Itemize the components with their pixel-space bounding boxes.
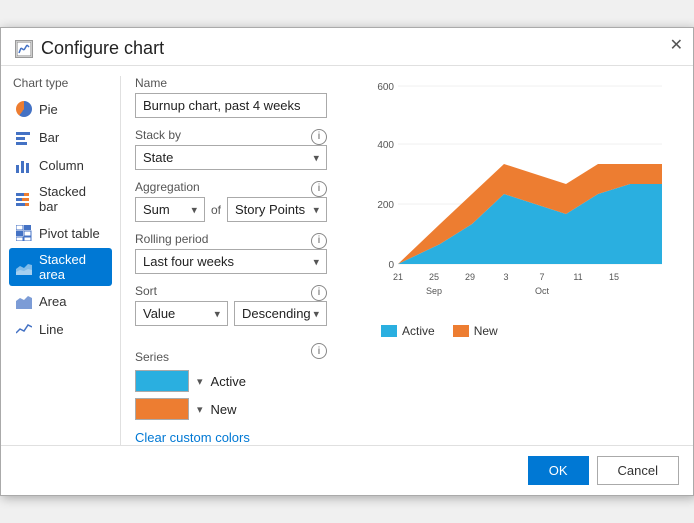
- name-label: Name: [135, 76, 327, 90]
- sort-label: Sort: [135, 284, 157, 298]
- rolling-period-label: Rolling period: [135, 232, 208, 246]
- sort-direction-select[interactable]: Descending Ascending: [234, 301, 327, 326]
- legend-label-active: Active: [402, 324, 435, 338]
- legend-swatch-new: [453, 325, 469, 337]
- stack-by-select-wrapper: State Assignee Priority Type: [135, 145, 327, 170]
- name-input[interactable]: [135, 93, 327, 118]
- legend-swatch-active: [381, 325, 397, 337]
- x-label-7: 7: [539, 272, 544, 282]
- series-chevron-new[interactable]: ▾: [197, 403, 203, 416]
- series-color-active[interactable]: [135, 370, 189, 392]
- series-chevron-active[interactable]: ▾: [197, 375, 203, 388]
- line-chart-icon: [15, 320, 33, 338]
- sort-direction-select-wrapper: Descending Ascending: [234, 301, 327, 326]
- pivot-table-icon: [15, 224, 33, 242]
- of-label: of: [211, 203, 221, 217]
- chart-type-pivot-table[interactable]: Pivot table: [9, 220, 112, 246]
- dialog-footer: OK Cancel: [1, 445, 693, 495]
- close-button[interactable]: ✕: [670, 38, 683, 54]
- x-label-15: 15: [609, 272, 619, 282]
- chart-type-bar[interactable]: Bar: [9, 124, 112, 150]
- bar-chart-icon: [15, 128, 33, 146]
- series-name-new: New: [211, 402, 237, 417]
- chart-type-pie[interactable]: Pie: [9, 96, 112, 122]
- stack-by-label: Stack by: [135, 128, 181, 142]
- x-month-sep: Sep: [426, 286, 442, 296]
- rolling-period-info-icon: i: [311, 233, 327, 249]
- stacked-area-chart-icon: [15, 258, 33, 276]
- aggregation-info-icon: i: [311, 181, 327, 197]
- chart-svg: 600 400 200 0 21 25: [351, 76, 683, 316]
- series-item-new: ▾ New: [135, 398, 327, 420]
- dialog-body: Chart type Pie Bar: [1, 66, 693, 445]
- y-axis-200: 200: [377, 200, 394, 211]
- series-name-active: Active: [211, 374, 246, 389]
- sort-field-select-wrapper: Value Label: [135, 301, 228, 326]
- dialog-title: Configure chart: [41, 38, 164, 59]
- series-item-active: ▾ Active: [135, 370, 327, 392]
- chart-type-column[interactable]: Column: [9, 152, 112, 178]
- rolling-period-select-wrapper: Last four weeks Last eight weeks Last tw…: [135, 249, 327, 274]
- legend-item-new: New: [453, 324, 498, 338]
- series-label: Series: [135, 350, 169, 364]
- x-label-29: 29: [465, 272, 475, 282]
- chart-type-label: Chart type: [9, 76, 112, 90]
- x-label-25: 25: [429, 272, 439, 282]
- chart-type-line[interactable]: Line: [9, 316, 112, 342]
- chart-type-area[interactable]: Area: [9, 288, 112, 314]
- column-chart-icon: [15, 156, 33, 174]
- y-axis-0: 0: [388, 260, 394, 271]
- stack-by-info-icon: i: [311, 129, 327, 145]
- dialog-titlebar: Configure chart ✕: [1, 28, 693, 66]
- aggregation-field-select[interactable]: Story Points Count: [227, 197, 327, 222]
- sort-fields-row: Value Label Descending Ascending: [135, 301, 327, 326]
- aggregation-func-select[interactable]: Sum Count Average Min Max: [135, 197, 205, 222]
- clear-colors-link[interactable]: Clear custom colors: [135, 430, 250, 445]
- series-color-new[interactable]: [135, 398, 189, 420]
- dialog-icon: [15, 40, 33, 58]
- stacked-bar-chart-icon: [15, 190, 33, 208]
- sort-info-icon: i: [311, 285, 327, 301]
- chart-legend: Active New: [381, 324, 683, 338]
- aggregation-fields-row: Sum Count Average Min Max of Story Point…: [135, 197, 327, 222]
- x-label-3: 3: [503, 272, 508, 282]
- aggregation-func-select-wrapper: Sum Count Average Min Max: [135, 197, 205, 222]
- chart-canvas: 600 400 200 0 21 25: [351, 76, 683, 316]
- chart-area: 600 400 200 0 21 25: [341, 76, 693, 445]
- x-month-oct: Oct: [535, 286, 550, 296]
- y-axis-600: 600: [377, 82, 394, 93]
- ok-button[interactable]: OK: [528, 456, 589, 485]
- pie-chart-icon: [15, 100, 33, 118]
- config-panel: Name Stack by i State Assignee Priority …: [121, 76, 341, 445]
- aggregation-label: Aggregation: [135, 180, 200, 194]
- legend-label-new: New: [474, 324, 498, 338]
- chart-type-stacked-area[interactable]: Stacked area: [9, 248, 112, 286]
- cancel-button[interactable]: Cancel: [597, 456, 679, 485]
- legend-item-active: Active: [381, 324, 435, 338]
- configure-chart-dialog: Configure chart ✕ Chart type Pie: [0, 27, 694, 496]
- y-axis-400: 400: [377, 140, 394, 151]
- stack-by-select[interactable]: State Assignee Priority Type: [135, 145, 327, 170]
- sort-field-select[interactable]: Value Label: [135, 301, 228, 326]
- x-label-11: 11: [573, 272, 582, 282]
- chart-type-sidebar: Chart type Pie Bar: [1, 76, 121, 445]
- x-label-21: 21: [393, 272, 403, 282]
- series-info-icon: i: [311, 343, 327, 359]
- rolling-period-select[interactable]: Last four weeks Last eight weeks Last tw…: [135, 249, 327, 274]
- chart-type-stacked-bar[interactable]: Stacked bar: [9, 180, 112, 218]
- area-chart-icon: [15, 292, 33, 310]
- aggregation-field-select-wrapper: Story Points Count: [227, 197, 327, 222]
